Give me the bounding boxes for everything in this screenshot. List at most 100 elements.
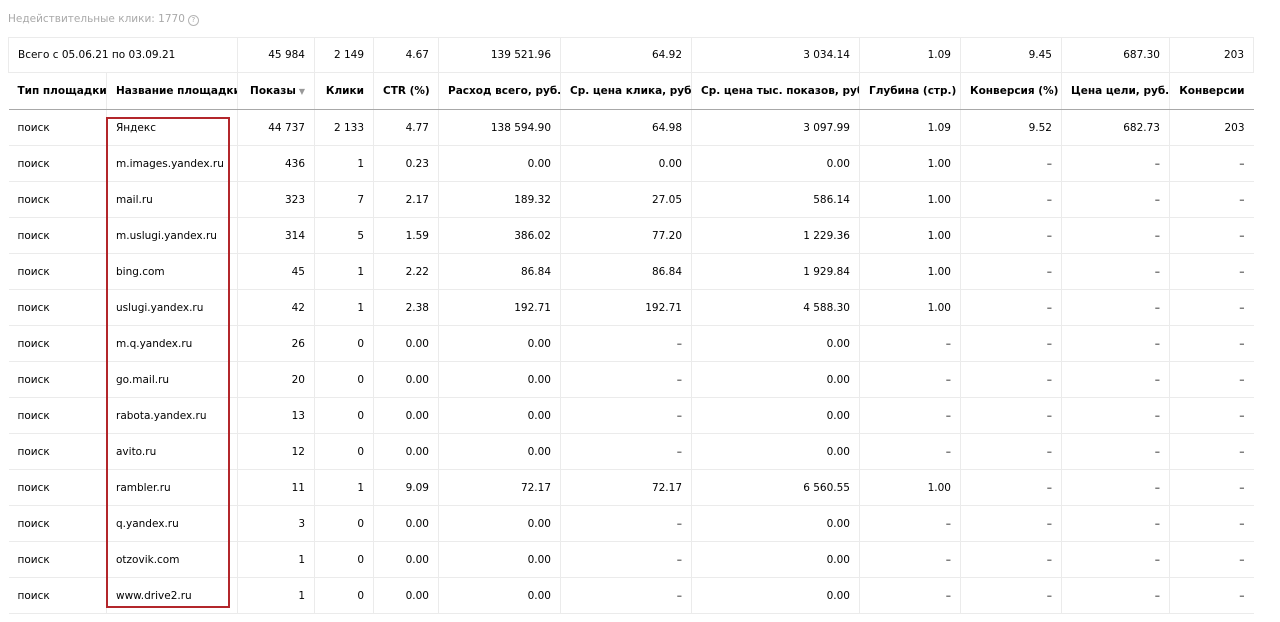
column-header-conversions[interactable]: Конверсии bbox=[1169, 72, 1254, 110]
row-avg-cpm: 1 929.84 bbox=[691, 253, 860, 290]
row-impressions: 26 bbox=[237, 325, 315, 362]
table-row: поиск avito.ru 12 0 0.00 0.00–0.00– – – – bbox=[8, 433, 1254, 470]
column-header-impressions[interactable]: Показы ▼ bbox=[237, 72, 315, 110]
column-header-avg-cpc[interactable]: Ср. цена клика, руб. bbox=[560, 72, 692, 110]
sites-report-table: Всего с 05.06.21 по 03.09.21 45 984 2 14… bbox=[8, 37, 1254, 614]
column-header-goal-cost[interactable]: Цена цели, руб. bbox=[1061, 72, 1170, 110]
column-header-site[interactable]: Название площадки bbox=[106, 72, 238, 110]
row-type: поиск bbox=[8, 505, 107, 542]
totals-goal-cost: 687.30 bbox=[1061, 37, 1170, 73]
column-header-spend[interactable]: Расход всего, руб. bbox=[438, 72, 561, 110]
row-avg-cpm: 0.00 bbox=[691, 325, 860, 362]
row-site-name: bing.com bbox=[106, 253, 238, 290]
row-goal-cost: – bbox=[1061, 145, 1170, 182]
row-conversion: – bbox=[960, 181, 1062, 218]
row-type: поиск bbox=[8, 109, 107, 146]
row-depth: – bbox=[859, 541, 961, 578]
row-impressions: 436 bbox=[237, 145, 315, 182]
row-goal-cost: – bbox=[1061, 433, 1170, 470]
row-avg-cpc: – bbox=[560, 325, 692, 362]
row-conversions: – bbox=[1169, 325, 1254, 362]
table-row: поиск m.images.yandex.ru 436 1 0.23 0.00 0.00 0… bbox=[8, 145, 1254, 182]
row-impressions: 13 bbox=[237, 397, 315, 434]
row-depth: – bbox=[859, 361, 961, 398]
row-avg-cpc: – bbox=[560, 361, 692, 398]
totals-spend: 139 521.96 bbox=[438, 37, 561, 73]
table-row: поиск rambler.ru 11 1 9.09 72.17 72.17 6 560.55… bbox=[8, 469, 1254, 506]
row-avg-cpc: 0.00 bbox=[560, 145, 692, 182]
row-ctr: 0.00 bbox=[373, 505, 439, 542]
row-type: поиск bbox=[8, 541, 107, 578]
totals-ctr: 4.67 bbox=[373, 37, 439, 73]
row-conversions: – bbox=[1169, 181, 1254, 218]
row-depth: 1.00 bbox=[859, 181, 961, 218]
row-spend: 189.32 bbox=[438, 181, 561, 218]
column-header-avg-cpm[interactable]: Ср. цена тыс. показов, руб. bbox=[691, 72, 860, 110]
row-ctr: 2.17 bbox=[373, 181, 439, 218]
row-ctr: 2.22 bbox=[373, 253, 439, 290]
invalid-clicks-note: Недействительные клики: 1770? bbox=[8, 13, 199, 26]
row-site-name: www.drive2.ru bbox=[106, 577, 238, 614]
row-avg-cpm: 6 560.55 bbox=[691, 469, 860, 506]
row-conversions: – bbox=[1169, 505, 1254, 542]
row-depth: 1.00 bbox=[859, 253, 961, 290]
table-row: поиск mail.ru 323 7 2.17 189.32 27.05 586.14 1.0… bbox=[8, 181, 1254, 218]
row-spend: 0.00 bbox=[438, 145, 561, 182]
table-row: поиск go.mail.ru 20 0 0.00 0.00–0.00– – – – bbox=[8, 361, 1254, 398]
row-impressions: 314 bbox=[237, 217, 315, 254]
row-site-name: m.q.yandex.ru bbox=[106, 325, 238, 362]
totals-row: Всего с 05.06.21 по 03.09.21 45 984 2 14… bbox=[8, 37, 1254, 73]
row-clicks: 0 bbox=[314, 397, 374, 434]
row-depth: – bbox=[859, 577, 961, 614]
row-spend: 0.00 bbox=[438, 397, 561, 434]
row-clicks: 0 bbox=[314, 541, 374, 578]
row-ctr: 9.09 bbox=[373, 469, 439, 506]
question-circle-icon[interactable]: ? bbox=[187, 15, 199, 26]
row-type: поиск bbox=[8, 397, 107, 434]
row-avg-cpc: 64.98 bbox=[560, 109, 692, 146]
row-goal-cost: – bbox=[1061, 505, 1170, 542]
row-conversion: – bbox=[960, 505, 1062, 542]
row-conversions: – bbox=[1169, 469, 1254, 506]
column-header-ctr[interactable]: CTR (%) bbox=[373, 72, 439, 110]
row-site-name: avito.ru bbox=[106, 433, 238, 470]
table-row: поиск q.yandex.ru 3 0 0.00 0.00–0.00– – – – bbox=[8, 505, 1254, 542]
row-clicks: 1 bbox=[314, 145, 374, 182]
column-header-depth[interactable]: Глубина (стр.) bbox=[859, 72, 961, 110]
row-spend: 138 594.90 bbox=[438, 109, 561, 146]
row-conversion: – bbox=[960, 145, 1062, 182]
row-spend: 0.00 bbox=[438, 541, 561, 578]
row-site-name: rambler.ru bbox=[106, 469, 238, 506]
row-avg-cpc: – bbox=[560, 541, 692, 578]
column-header-clicks[interactable]: Клики bbox=[314, 72, 374, 110]
row-impressions: 323 bbox=[237, 181, 315, 218]
row-ctr: 0.00 bbox=[373, 541, 439, 578]
table-row: поиск uslugi.yandex.ru 42 1 2.38 192.71 192.71… bbox=[8, 289, 1254, 326]
row-goal-cost: – bbox=[1061, 217, 1170, 254]
totals-avg-cpc: 64.92 bbox=[560, 37, 692, 73]
row-avg-cpm: 586.14 bbox=[691, 181, 860, 218]
row-avg-cpc: – bbox=[560, 505, 692, 542]
row-ctr: 0.00 bbox=[373, 397, 439, 434]
column-header-conversion[interactable]: Конверсия (%) bbox=[960, 72, 1062, 110]
row-goal-cost: 682.73 bbox=[1061, 109, 1170, 146]
invalid-clicks-label: Недействительные клики: 1770 bbox=[8, 13, 185, 25]
column-header-type[interactable]: Тип площадки bbox=[8, 72, 107, 110]
row-site-name: m.uslugi.yandex.ru bbox=[106, 217, 238, 254]
row-avg-cpc: – bbox=[560, 577, 692, 614]
table-row: поиск www.drive2.ru 1 0 0.00 0.00–0.00– – – – bbox=[8, 577, 1254, 614]
row-avg-cpc: 27.05 bbox=[560, 181, 692, 218]
row-spend: 192.71 bbox=[438, 289, 561, 326]
row-type: поиск bbox=[8, 217, 107, 254]
row-goal-cost: – bbox=[1061, 181, 1170, 218]
row-goal-cost: – bbox=[1061, 469, 1170, 506]
row-type: поиск bbox=[8, 181, 107, 218]
row-avg-cpc: – bbox=[560, 433, 692, 470]
totals-avg-cpm: 3 034.14 bbox=[691, 37, 860, 73]
row-ctr: 0.23 bbox=[373, 145, 439, 182]
row-depth: 1.00 bbox=[859, 289, 961, 326]
row-clicks: 0 bbox=[314, 361, 374, 398]
row-conversions: – bbox=[1169, 253, 1254, 290]
row-depth: 1.00 bbox=[859, 469, 961, 506]
row-conversions: 203 bbox=[1169, 109, 1254, 146]
